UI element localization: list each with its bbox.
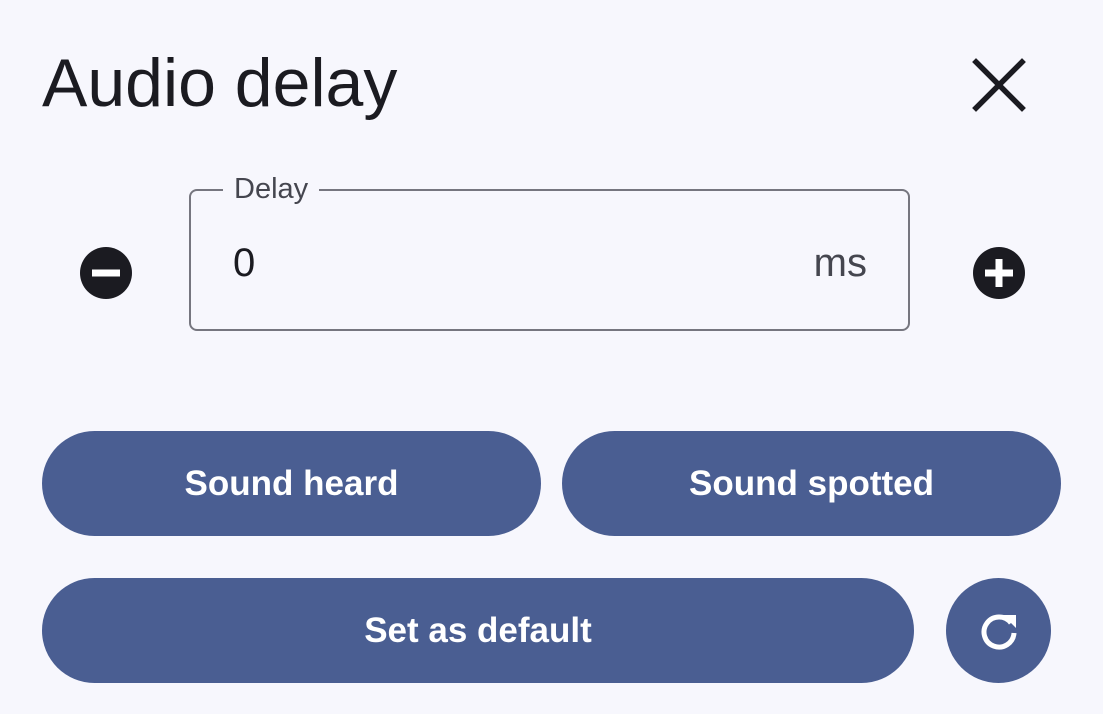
- delay-field-label: Delay: [223, 169, 320, 209]
- reset-delay-button[interactable]: [946, 578, 1051, 683]
- sound-heard-button[interactable]: Sound heard: [42, 431, 541, 536]
- increase-delay-button[interactable]: [972, 246, 1026, 300]
- plus-circle-icon: [973, 247, 1025, 299]
- dialog-title: Audio delay: [42, 45, 398, 121]
- refresh-icon: [981, 614, 1016, 650]
- delay-field[interactable]: Delay 0 ms: [189, 169, 910, 331]
- minus-circle-icon: [80, 247, 132, 299]
- delay-unit-suffix: ms: [813, 241, 867, 285]
- decrease-delay-button[interactable]: [79, 246, 133, 300]
- close-button[interactable]: [966, 52, 1032, 118]
- close-icon: [972, 58, 1026, 112]
- set-as-default-button[interactable]: Set as default: [42, 578, 914, 683]
- delay-input-value[interactable]: 0: [233, 239, 255, 287]
- sound-spotted-button[interactable]: Sound spotted: [562, 431, 1061, 536]
